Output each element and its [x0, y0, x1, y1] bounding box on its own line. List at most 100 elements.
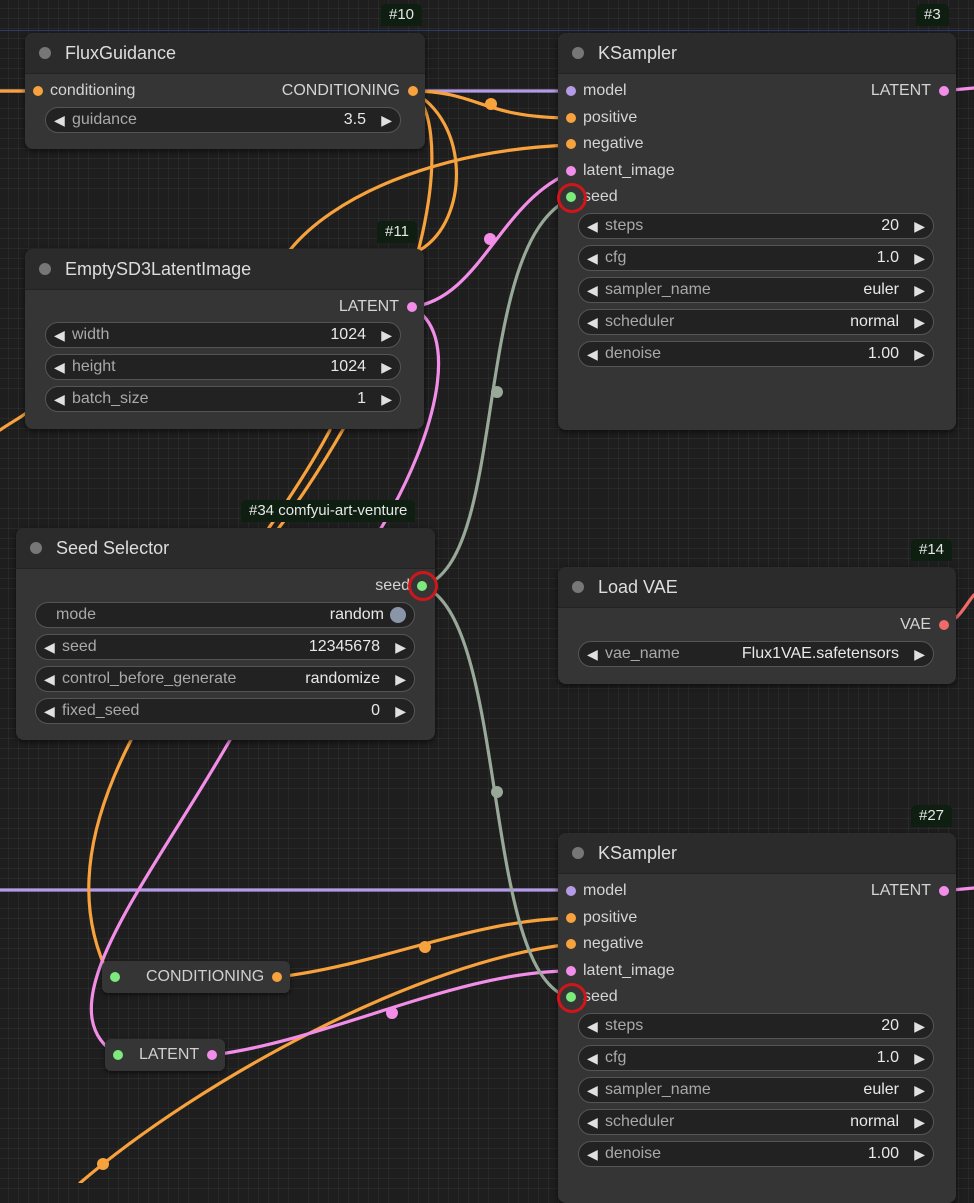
- node-ksampler-3[interactable]: KSampler model LATENT positive negative …: [558, 33, 956, 430]
- widget-steps[interactable]: ◀ steps 20 ▶: [578, 1013, 934, 1039]
- increment-arrow-icon[interactable]: ▶: [914, 642, 925, 666]
- widget-cfg[interactable]: ◀ cfg 1.0 ▶: [578, 1045, 934, 1071]
- increment-arrow-icon[interactable]: ▶: [381, 387, 392, 411]
- conditioning-port-icon[interactable]: [566, 113, 576, 123]
- widget-width[interactable]: ◀ width 1024 ▶: [45, 322, 401, 348]
- input-slot-negative[interactable]: negative: [558, 934, 644, 954]
- increment-arrow-icon[interactable]: ▶: [914, 1110, 925, 1134]
- decrement-arrow-icon[interactable]: ◀: [44, 667, 55, 691]
- widget-seed[interactable]: ◀ seed 12345678 ▶: [35, 634, 415, 660]
- conditioning-port-icon[interactable]: [408, 86, 418, 96]
- increment-arrow-icon[interactable]: ▶: [914, 342, 925, 366]
- decrement-arrow-icon[interactable]: ◀: [44, 635, 55, 659]
- widget-cfg[interactable]: ◀ cfg 1.0 ▶: [578, 245, 934, 271]
- model-port-icon[interactable]: [566, 86, 576, 96]
- widget-guidance[interactable]: ◀ guidance 3.5 ▶: [45, 107, 401, 133]
- input-slot-conditioning[interactable]: conditioning: [25, 81, 135, 101]
- node-flux-guidance[interactable]: FluxGuidance conditioning CONDITIONING ◀…: [25, 33, 425, 149]
- graph-canvas[interactable]: #10 FluxGuidance conditioning CONDITIONI…: [0, 0, 974, 1203]
- node-seed-selector[interactable]: Seed Selector seed mode random ◀ seed 12…: [16, 528, 435, 740]
- latent-port-icon[interactable]: [939, 886, 949, 896]
- widget-vae-name[interactable]: ◀ vae_name Flux1VAE.safetensors ▶: [578, 641, 934, 667]
- increment-arrow-icon[interactable]: ▶: [914, 278, 925, 302]
- reroute-conditioning[interactable]: CONDITIONING: [102, 961, 290, 993]
- widget-sampler-name[interactable]: ◀ sampler_name euler ▶: [578, 277, 934, 303]
- reroute-latent[interactable]: LATENT: [105, 1039, 225, 1071]
- decrement-arrow-icon[interactable]: ◀: [54, 108, 65, 132]
- widget-batch-size[interactable]: ◀ batch_size 1 ▶: [45, 386, 401, 412]
- increment-arrow-icon[interactable]: ▶: [914, 1046, 925, 1070]
- decrement-arrow-icon[interactable]: ◀: [54, 387, 65, 411]
- reroute-input-port-icon[interactable]: [113, 1050, 123, 1060]
- latent-port-icon[interactable]: [207, 1050, 217, 1060]
- increment-arrow-icon[interactable]: ▶: [381, 108, 392, 132]
- decrement-arrow-icon[interactable]: ◀: [587, 310, 598, 334]
- decrement-arrow-icon[interactable]: ◀: [44, 699, 55, 723]
- conditioning-port-icon[interactable]: [566, 939, 576, 949]
- node-load-vae[interactable]: Load VAE VAE ◀ vae_name Flux1VAE.safeten…: [558, 567, 956, 684]
- decrement-arrow-icon[interactable]: ◀: [587, 1046, 598, 1070]
- decrement-arrow-icon[interactable]: ◀: [587, 1142, 598, 1166]
- widget-control-before-generate[interactable]: ◀ control_before_generate randomize ▶: [35, 666, 415, 692]
- decrement-arrow-icon[interactable]: ◀: [587, 1078, 598, 1102]
- conditioning-port-icon[interactable]: [33, 86, 43, 96]
- node-ksampler-27[interactable]: KSampler model LATENT positive negative …: [558, 833, 956, 1203]
- collapse-dot-icon[interactable]: [30, 542, 42, 554]
- decrement-arrow-icon[interactable]: ◀: [587, 214, 598, 238]
- conditioning-port-icon[interactable]: [566, 913, 576, 923]
- latent-port-icon[interactable]: [566, 966, 576, 976]
- toggle-knob-icon[interactable]: [390, 607, 406, 623]
- latent-port-icon[interactable]: [407, 302, 417, 312]
- increment-arrow-icon[interactable]: ▶: [914, 1014, 925, 1038]
- decrement-arrow-icon[interactable]: ◀: [587, 246, 598, 270]
- node-title-bar[interactable]: KSampler: [558, 33, 956, 74]
- vae-port-icon[interactable]: [939, 620, 949, 630]
- increment-arrow-icon[interactable]: ▶: [914, 1142, 925, 1166]
- collapse-dot-icon[interactable]: [572, 47, 584, 59]
- widget-fixed-seed[interactable]: ◀ fixed_seed 0 ▶: [35, 698, 415, 724]
- node-title-bar[interactable]: Load VAE: [558, 567, 956, 608]
- input-slot-latent-image[interactable]: latent_image: [558, 161, 675, 181]
- decrement-arrow-icon[interactable]: ◀: [587, 342, 598, 366]
- output-slot-conditioning[interactable]: CONDITIONING: [282, 81, 425, 101]
- increment-arrow-icon[interactable]: ▶: [395, 635, 406, 659]
- input-slot-negative[interactable]: negative: [558, 134, 644, 154]
- increment-arrow-icon[interactable]: ▶: [914, 214, 925, 238]
- output-slot-vae[interactable]: VAE: [900, 615, 956, 635]
- increment-arrow-icon[interactable]: ▶: [914, 1078, 925, 1102]
- widget-scheduler[interactable]: ◀ scheduler normal ▶: [578, 1109, 934, 1135]
- increment-arrow-icon[interactable]: ▶: [381, 323, 392, 347]
- decrement-arrow-icon[interactable]: ◀: [587, 1110, 598, 1134]
- collapse-dot-icon[interactable]: [39, 47, 51, 59]
- decrement-arrow-icon[interactable]: ◀: [587, 278, 598, 302]
- widget-sampler-name[interactable]: ◀ sampler_name euler ▶: [578, 1077, 934, 1103]
- increment-arrow-icon[interactable]: ▶: [914, 310, 925, 334]
- conditioning-port-icon[interactable]: [566, 139, 576, 149]
- widget-denoise[interactable]: ◀ denoise 1.00 ▶: [578, 341, 934, 367]
- widget-mode-toggle[interactable]: mode random: [35, 602, 415, 628]
- widget-denoise[interactable]: ◀ denoise 1.00 ▶: [578, 1141, 934, 1167]
- conditioning-port-icon[interactable]: [272, 972, 282, 982]
- node-title-bar[interactable]: KSampler: [558, 833, 956, 874]
- decrement-arrow-icon[interactable]: ◀: [587, 642, 598, 666]
- input-slot-latent-image[interactable]: latent_image: [558, 961, 675, 981]
- increment-arrow-icon[interactable]: ▶: [914, 246, 925, 270]
- latent-port-icon[interactable]: [939, 86, 949, 96]
- reroute-input-port-icon[interactable]: [110, 972, 120, 982]
- widget-scheduler[interactable]: ◀ scheduler normal ▶: [578, 309, 934, 335]
- input-slot-positive[interactable]: positive: [558, 108, 637, 128]
- output-slot-latent[interactable]: LATENT: [871, 81, 956, 101]
- node-empty-sd3-latent-image[interactable]: EmptySD3LatentImage LATENT ◀ width 1024 …: [25, 249, 424, 429]
- node-title-bar[interactable]: FluxGuidance: [25, 33, 425, 74]
- decrement-arrow-icon[interactable]: ◀: [587, 1014, 598, 1038]
- widget-steps[interactable]: ◀ steps 20 ▶: [578, 213, 934, 239]
- increment-arrow-icon[interactable]: ▶: [381, 355, 392, 379]
- decrement-arrow-icon[interactable]: ◀: [54, 355, 65, 379]
- collapse-dot-icon[interactable]: [572, 581, 584, 593]
- model-port-icon[interactable]: [566, 886, 576, 896]
- decrement-arrow-icon[interactable]: ◀: [54, 323, 65, 347]
- node-title-bar[interactable]: Seed Selector: [16, 528, 435, 569]
- increment-arrow-icon[interactable]: ▶: [395, 699, 406, 723]
- collapse-dot-icon[interactable]: [39, 263, 51, 275]
- input-slot-model[interactable]: model: [558, 81, 627, 101]
